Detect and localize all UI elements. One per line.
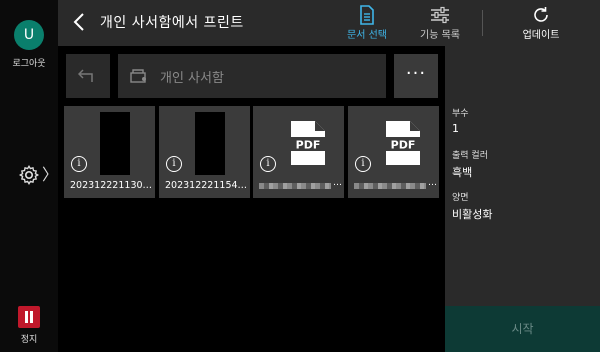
copies-value: 1 [452,122,459,135]
file-name-ellipsis: … [333,178,342,188]
file-name-redacted [354,183,426,189]
left-rail: U 로그아웃 〉 정지 [0,0,58,352]
duplex-value: 비활성화 [452,208,493,221]
back-arrow-icon[interactable] [68,10,92,34]
copies-label: 부수 [452,109,469,119]
toolbar-divider [482,10,483,36]
info-icon[interactable]: i [71,156,87,172]
output-color-value: 흑백 [452,166,473,179]
user-avatar[interactable]: U [14,20,44,50]
mailbox-path-text: 개인 사서함 [160,71,224,86]
file-card[interactable]: PDF i … [348,106,439,198]
file-card[interactable]: i 202312221154… [159,106,250,198]
file-thumbnail [100,112,130,175]
pdf-label: PDF [296,139,321,152]
sliders-icon [431,6,449,24]
up-arrow-icon [77,69,93,82]
info-icon[interactable]: i [355,156,371,172]
function-list-label: 기능 목록 [420,30,460,41]
gear-icon[interactable] [18,164,40,186]
main-content: 개인 사서함 ··· i 202312221130… i 20231222115… [58,46,445,352]
info-icon[interactable]: i [260,156,276,172]
print-settings-panel[interactable]: 부수 1 출력 컬러 흑백 양면 비활성화 [445,46,600,306]
update-button[interactable]: 업데이트 [506,4,576,44]
pdf-label: PDF [391,139,416,152]
select-documents-label: 문서 선택 [347,30,387,41]
mailbox-path-field[interactable]: 개인 사서함 [118,54,386,98]
update-label: 업데이트 [522,30,560,41]
function-list-button[interactable]: 기능 목록 [410,4,470,44]
file-name-ellipsis: … [428,178,437,188]
file-card[interactable]: PDF i … [253,106,344,198]
pdf-file-icon: PDF [289,121,327,165]
info-icon[interactable]: i [166,156,182,172]
output-color-label: 출력 컬러 [452,151,488,161]
file-name-redacted [259,183,331,189]
stop-label: 정지 [20,335,38,345]
settings-chevron-icon[interactable]: 〉 [42,164,58,186]
document-icon [360,5,374,25]
page-title: 개인 사서함에서 프린트 [100,15,244,31]
more-options-button[interactable]: ··· [394,54,438,98]
select-documents-button[interactable]: 문서 선택 [336,4,398,44]
file-grid: i 202312221130… i 202312221154… PDF i … [64,106,444,198]
logout-label[interactable]: 로그아웃 [0,56,58,69]
start-button[interactable]: 시작 [445,306,600,352]
stop-button[interactable] [18,306,40,328]
top-bar: 개인 사서함에서 프린트 문서 선택 기능 목록 업데이트 [58,0,600,46]
pdf-file-icon: PDF [384,121,422,165]
duplex-label: 양면 [452,193,469,203]
file-card[interactable]: i 202312221130… [64,106,155,198]
file-name: 202312221130… [70,180,152,191]
refresh-icon [534,7,548,22]
file-name: 202312221154… [165,180,247,191]
file-thumbnail [195,112,225,175]
mailbox-user-icon [130,69,146,83]
up-folder-button[interactable] [66,54,110,98]
